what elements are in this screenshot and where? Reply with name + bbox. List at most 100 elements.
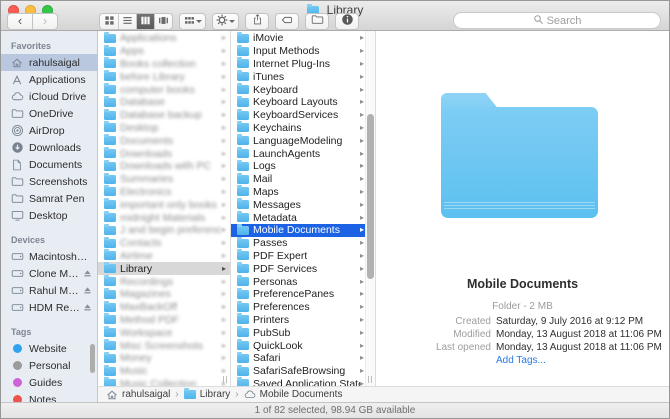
scrollbar-thumb[interactable]	[367, 114, 374, 279]
list-item-imovie[interactable]: iMovie▸	[231, 32, 375, 45]
breadcrumb-mobile-documents[interactable]: Mobile Documents	[244, 388, 343, 401]
list-view-button[interactable]	[118, 14, 136, 29]
list-item-desktop[interactable]: Desktop▸	[98, 122, 230, 135]
breadcrumb-rahulsaigal[interactable]: rahulsaigal	[106, 388, 170, 401]
list-item-j-and-begin-preference[interactable]: J and begin preference▸	[98, 224, 230, 237]
list-item-music-collection[interactable]: Music Collection▸	[98, 378, 230, 386]
list-item-summaries[interactable]: Summaries▸	[98, 173, 230, 186]
list-item-pdf-services[interactable]: PDF Services▸	[231, 262, 375, 275]
list-item-personas[interactable]: Personas▸	[231, 275, 375, 288]
search-input[interactable]: Search	[453, 12, 661, 29]
sidebar-item-samrat-pen[interactable]: Samrat Pen	[1, 190, 97, 207]
sidebar-item-rahul-m[interactable]: Rahul M…	[1, 282, 97, 299]
list-item-internet-plug-ins[interactable]: Internet Plug-Ins▸	[231, 58, 375, 71]
list-item-money[interactable]: Money▸	[98, 352, 230, 365]
list-item-before-library[interactable]: before Library▸	[98, 70, 230, 83]
list-item-contacts[interactable]: Contacts▸	[98, 237, 230, 250]
sidebar-item-onedrive[interactable]: OneDrive	[1, 105, 97, 122]
list-item-documents[interactable]: Documents▸	[98, 134, 230, 147]
new-folder-button[interactable]	[305, 13, 329, 30]
list-item-applications[interactable]: Applications▸	[98, 32, 230, 45]
sidebar-item-macintosh[interactable]: Macintosh…	[1, 248, 97, 265]
eject-icon[interactable]	[83, 303, 92, 312]
list-item-misc-screenshots[interactable]: Misc Screenshots▸	[98, 339, 230, 352]
list-item-launchagents[interactable]: LaunchAgents▸	[231, 147, 375, 160]
forward-button[interactable]: ›	[32, 13, 58, 30]
list-item-metadata[interactable]: Metadata▸	[231, 211, 375, 224]
list-item-safarisafebrowsing[interactable]: SafariSafeBrowsing▸	[231, 365, 375, 378]
column-view-button[interactable]	[136, 14, 154, 29]
list-item-languagemodeling[interactable]: LanguageModeling▸	[231, 134, 375, 147]
sidebar-item-guides[interactable]: Guides	[1, 374, 97, 391]
list-item-keyboard-layouts[interactable]: Keyboard Layouts▸	[231, 96, 375, 109]
info-button[interactable]	[335, 13, 359, 30]
arrange-button[interactable]	[179, 13, 206, 30]
sidebar-item-rahulsaigal[interactable]: rahulsaigal	[1, 54, 97, 71]
list-item-passes[interactable]: Passes▸	[231, 237, 375, 250]
list-item-saved-application-state[interactable]: Saved Application State▸	[231, 378, 375, 386]
sidebar-item-personal[interactable]: Personal	[1, 357, 97, 374]
list-item-printers[interactable]: Printers▸	[231, 314, 375, 327]
list-item-apps[interactable]: Apps▸	[98, 45, 230, 58]
breadcrumb-library[interactable]: Library	[184, 388, 231, 401]
list-item-downloads[interactable]: Downloads▸	[98, 147, 230, 160]
list-item-preferences[interactable]: Preferences▸	[231, 301, 375, 314]
list-item-input-methods[interactable]: Input Methods▸	[231, 45, 375, 58]
list-item-database-backup[interactable]: Database backup▸	[98, 109, 230, 122]
list-item-books-collection[interactable]: Books collection▸	[98, 58, 230, 71]
action-button[interactable]	[212, 13, 239, 30]
list-item-messages[interactable]: Messages▸	[231, 198, 375, 211]
list-item-keychains[interactable]: Keychains▸	[231, 122, 375, 135]
sidebar-item-downloads[interactable]: Downloads	[1, 139, 97, 156]
sidebar-item-desktop[interactable]: Desktop	[1, 207, 97, 224]
list-item-pdf-expert[interactable]: PDF Expert▸	[231, 250, 375, 263]
chevron-right-icon: ▸	[360, 137, 364, 145]
list-item-safari[interactable]: Safari▸	[231, 352, 375, 365]
sidebar-item-airdrop[interactable]: AirDrop	[1, 122, 97, 139]
list-item-library[interactable]: Library▸	[98, 262, 230, 275]
list-item-pubsub[interactable]: PubSub▸	[231, 326, 375, 339]
list-item-method-pdf[interactable]: Method PDF▸	[98, 314, 230, 327]
list-item-quicklook[interactable]: QuickLook▸	[231, 339, 375, 352]
list-item-logs[interactable]: Logs▸	[231, 160, 375, 173]
eject-icon[interactable]	[83, 286, 92, 295]
list-item-mail[interactable]: Mail▸	[231, 173, 375, 186]
sidebar-item-hdm-re[interactable]: HDM Re…	[1, 299, 97, 316]
list-item-keyboard[interactable]: Keyboard▸	[231, 83, 375, 96]
coverflow-view-button[interactable]	[154, 14, 172, 29]
list-item-important-only-books[interactable]: important only books▸	[98, 198, 230, 211]
list-item-magazines[interactable]: Magazines▸	[98, 288, 230, 301]
sidebar-item-clone-m[interactable]: Clone M…	[1, 265, 97, 282]
list-item-recordings[interactable]: Recordings▸	[98, 275, 230, 288]
list-item-airtime[interactable]: Airtime▸	[98, 250, 230, 263]
sidebar-item-website[interactable]: Website	[1, 340, 97, 357]
eject-icon[interactable]	[83, 269, 92, 278]
add-tags-link[interactable]: Add Tags...	[496, 354, 665, 367]
sidebar-item-icloud-drive[interactable]: iCloud Drive	[1, 88, 97, 105]
list-item-maxbackoff[interactable]: MaxBackOff▸	[98, 301, 230, 314]
list-item-downloads-with-pc[interactable]: Downloads with PC▸	[98, 160, 230, 173]
sidebar-item-notes[interactable]: Notes	[1, 391, 97, 402]
list-item-music[interactable]: Music▸	[98, 365, 230, 378]
tags-button[interactable]	[275, 13, 299, 30]
sidebar-scrollbar[interactable]	[90, 344, 95, 373]
list-item-maps[interactable]: Maps▸	[231, 186, 375, 199]
folder-icon	[104, 85, 116, 94]
sidebar-item-applications[interactable]: Applications	[1, 71, 97, 88]
column-resize-handle[interactable]	[368, 376, 372, 383]
share-button[interactable]	[245, 13, 269, 30]
list-item-keyboardservices[interactable]: KeyboardServices▸	[231, 109, 375, 122]
list-item-electronics[interactable]: Electronics▸	[98, 186, 230, 199]
list-item-midnight-materials[interactable]: midnight Materials▸	[98, 211, 230, 224]
list-item-itunes[interactable]: iTunes▸	[231, 70, 375, 83]
back-button[interactable]: ‹	[7, 13, 33, 30]
sidebar-item-screenshots[interactable]: Screenshots	[1, 173, 97, 190]
list-item-mobile-documents[interactable]: Mobile Documents▸	[231, 224, 375, 237]
sidebar-item-documents[interactable]: Documents	[1, 156, 97, 173]
list-item-database[interactable]: Database▸	[98, 96, 230, 109]
list-item-computer-books[interactable]: computer books▸	[98, 83, 230, 96]
list-item-preferencepanes[interactable]: PreferencePanes▸	[231, 288, 375, 301]
list-item-workspace[interactable]: Workspace▸	[98, 326, 230, 339]
scrollbar-track[interactable]	[365, 31, 375, 386]
icon-view-button[interactable]	[100, 14, 118, 29]
